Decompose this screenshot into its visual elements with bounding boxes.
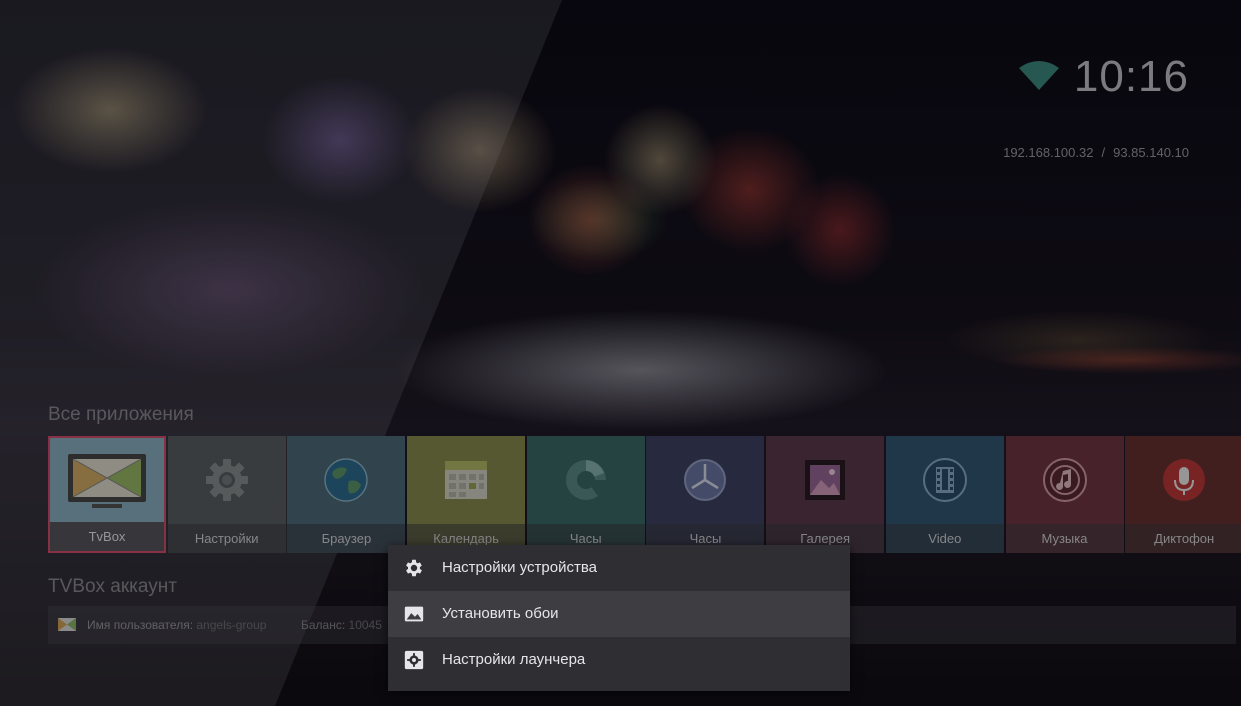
menu-item-device-settings[interactable]: Настройки устройства <box>388 545 850 591</box>
menu-item-launcher-settings[interactable]: Настройки лаунчера <box>388 637 850 683</box>
menu-item-label: Настройки устройства <box>442 559 597 576</box>
menu-item-label: Настройки лаунчера <box>442 651 586 668</box>
image-icon <box>404 606 424 622</box>
menu-item-label: Установить обои <box>442 605 559 622</box>
settings-box-icon <box>404 650 424 670</box>
context-menu: Настройки устройства Установить обои Нас… <box>388 545 850 691</box>
menu-item-set-wallpaper[interactable]: Установить обои <box>388 591 850 637</box>
gear-icon <box>406 559 422 577</box>
tv-launcher-screen: 10:16 192.168.100.32/93.85.140.10 Все пр… <box>0 0 1241 706</box>
